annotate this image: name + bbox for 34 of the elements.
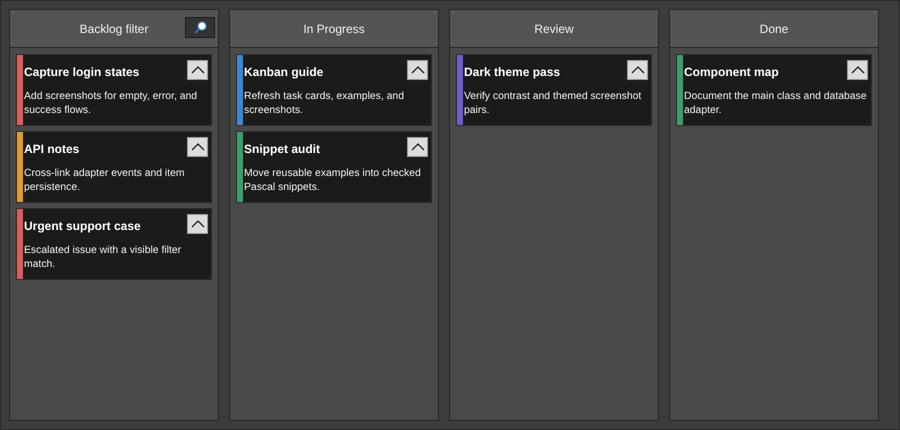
card-description: Escalated issue with a visible filter match. [24, 244, 182, 272]
card-title: API notes [24, 142, 80, 156]
card-description: Verify contrast and themed screenshot pairs. [464, 90, 642, 118]
caret-icon [190, 143, 204, 151]
caret-icon [410, 143, 424, 151]
card-title: Capture login states [24, 64, 140, 78]
card-title: Component map [684, 64, 779, 78]
card-title: Kanban guide [244, 64, 324, 78]
collapse-button[interactable] [847, 60, 868, 80]
column-title: Done [760, 22, 788, 36]
card-title: Dark theme pass [464, 64, 560, 78]
caret-icon [850, 66, 864, 74]
collapse-button[interactable] [407, 137, 428, 157]
search-icon [192, 20, 208, 34]
card-description: Move reusable examples into checked Pascal snippets. [244, 167, 422, 195]
caret-icon [630, 66, 644, 74]
column-title: Backlog filter [80, 22, 148, 36]
caret-icon [190, 66, 204, 74]
caret-icon [410, 66, 424, 74]
caret-icon [190, 220, 204, 228]
collapse-button[interactable] [627, 60, 648, 80]
card-description: Refresh task cards, examples, and screenshots. [244, 90, 405, 118]
card-title: Snippet audit [244, 142, 320, 156]
collapse-button[interactable] [187, 60, 208, 80]
card-description: Cross-link adapter events and item persistence. [24, 167, 186, 195]
collapse-button[interactable] [187, 214, 208, 234]
column-title: In Progress [303, 22, 365, 36]
card-title: Urgent support case [24, 218, 141, 232]
collapse-button[interactable] [187, 137, 208, 157]
collapse-button[interactable] [407, 60, 428, 80]
column-title: Review [534, 22, 574, 36]
card-description: Add screenshots for empty, error, and success flows. [24, 90, 198, 118]
card-description: Document the main class and database adapter. [684, 90, 868, 118]
search-button[interactable] [185, 17, 215, 38]
